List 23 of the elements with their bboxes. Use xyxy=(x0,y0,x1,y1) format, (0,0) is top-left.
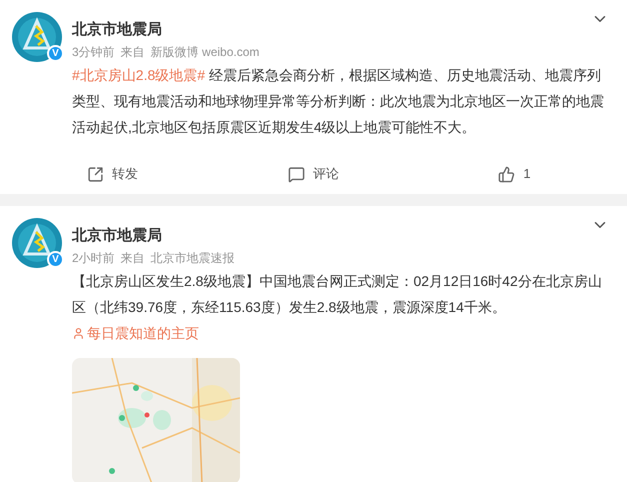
source-name[interactable]: 新版微博 weibo.com xyxy=(150,44,260,60)
author-name[interactable]: 北京市地震局 xyxy=(72,20,162,40)
post-text: #北京房山2.8级地震# 经震后紧急会商分析，根据区域构造、历史地震活动、地震序列类型、现有地震活动和地球物理异常等分析判断：此次地震为北京地区一次正常的地震活动起伏,北京地区包括原震区近期发生4级以上地震可能性不大。 xyxy=(72,66,605,137)
source-label: 来自 xyxy=(120,44,145,60)
share-icon xyxy=(87,166,104,182)
author-name[interactable]: 北京市地震局 xyxy=(72,226,162,246)
comment-button[interactable]: 评论 xyxy=(288,160,339,188)
profile-link[interactable]: 每日震知道的主页 xyxy=(72,325,199,341)
verified-badge: V xyxy=(47,251,64,268)
source-label: 来自 xyxy=(120,250,145,266)
repost-button[interactable]: 转发 xyxy=(87,160,138,188)
person-icon xyxy=(72,326,85,340)
post-text: 【北京房山区发生2.8级地震】中国地震台网正式测定：02月12日16时42分在北京房山区（北纬39.76度，东经115.63度）发生2.8级地震，震源深度14千米。 每日震知道的主页 xyxy=(72,272,603,343)
avatar-logo[interactable] xyxy=(12,12,62,62)
comment-icon xyxy=(288,166,305,182)
hashtag-link[interactable]: #北京房山2.8级地震# xyxy=(72,67,206,83)
verified-badge: V xyxy=(47,45,64,62)
post-time[interactable]: 3分钟前 xyxy=(72,44,115,60)
avatar-logo[interactable] xyxy=(12,218,62,268)
source-name[interactable]: 北京市地震速报 xyxy=(150,250,235,266)
thumbs-up-icon xyxy=(498,166,516,182)
like-button[interactable]: 1 xyxy=(498,160,531,188)
post-time[interactable]: 2小时前 xyxy=(72,250,115,266)
